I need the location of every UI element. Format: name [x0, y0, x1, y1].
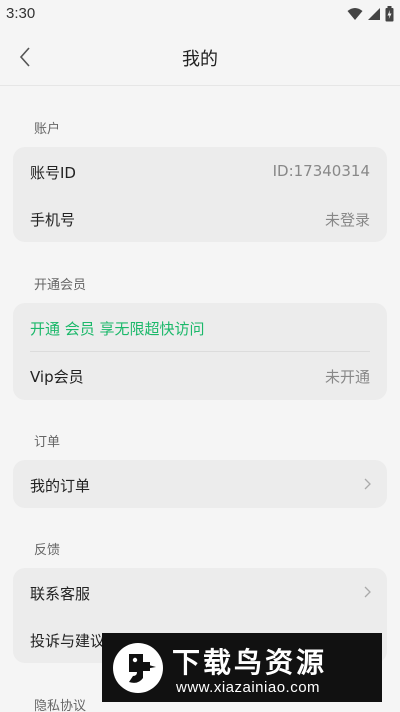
account-id-label: 账号ID [30, 164, 76, 182]
section-label-orders: 订单 [34, 435, 61, 450]
chevron-right-icon [364, 586, 371, 598]
vip-value: 未开通 [324, 368, 370, 386]
watermark-title: 下载鸟资源 [172, 646, 328, 679]
vip-card: 开通 会员 享无限超快访问 Vip会员 未开通 [13, 303, 387, 400]
complaint-label: 投诉与建议 [30, 632, 106, 650]
section-label-feedback: 反馈 [34, 543, 61, 558]
vip-promo-text: 开通 会员 享无限超快访问 [30, 320, 205, 338]
my-orders-row[interactable]: 我的订单 [13, 461, 387, 508]
vip-label: Vip会员 [30, 368, 84, 386]
contact-service-label: 联系客服 [30, 585, 91, 603]
watermark-url: www.xiazainiao.com [176, 679, 321, 696]
phone-row[interactable]: 手机号 未登录 [13, 195, 387, 242]
watermark-banner: 下载鸟资源 www.xiazainiao.com [102, 633, 382, 702]
account-id-row[interactable]: 账号ID ID:17340314 [13, 148, 387, 195]
account-id-value: ID:17340314 [272, 162, 370, 180]
vip-promo-row[interactable]: 开通 会员 享无限超快访问 [13, 304, 387, 351]
nav-bar: 我的 [0, 28, 400, 86]
orders-card: 我的订单 [13, 460, 387, 508]
status-bar: 3:30 [0, 0, 400, 28]
contact-service-row[interactable]: 联系客服 [13, 569, 387, 616]
status-time: 3:30 [6, 5, 36, 22]
my-orders-label: 我的订单 [30, 477, 91, 495]
status-icons [347, 5, 394, 23]
phone-label: 手机号 [30, 211, 76, 229]
wifi-icon [347, 8, 363, 20]
section-label-account: 账户 [34, 122, 61, 137]
page-title: 我的 [182, 49, 218, 70]
account-card: 账号ID ID:17340314 手机号 未登录 [13, 147, 387, 242]
phone-value: 未登录 [324, 211, 370, 229]
battery-icon [385, 6, 394, 22]
bird-logo-icon [113, 643, 163, 693]
section-label-privacy: 隐私协议 [34, 699, 87, 712]
signal-icon [368, 8, 380, 20]
chevron-right-icon [364, 478, 371, 490]
vip-status-row[interactable]: Vip会员 未开通 [13, 352, 387, 399]
section-label-vip: 开通会员 [34, 278, 87, 293]
